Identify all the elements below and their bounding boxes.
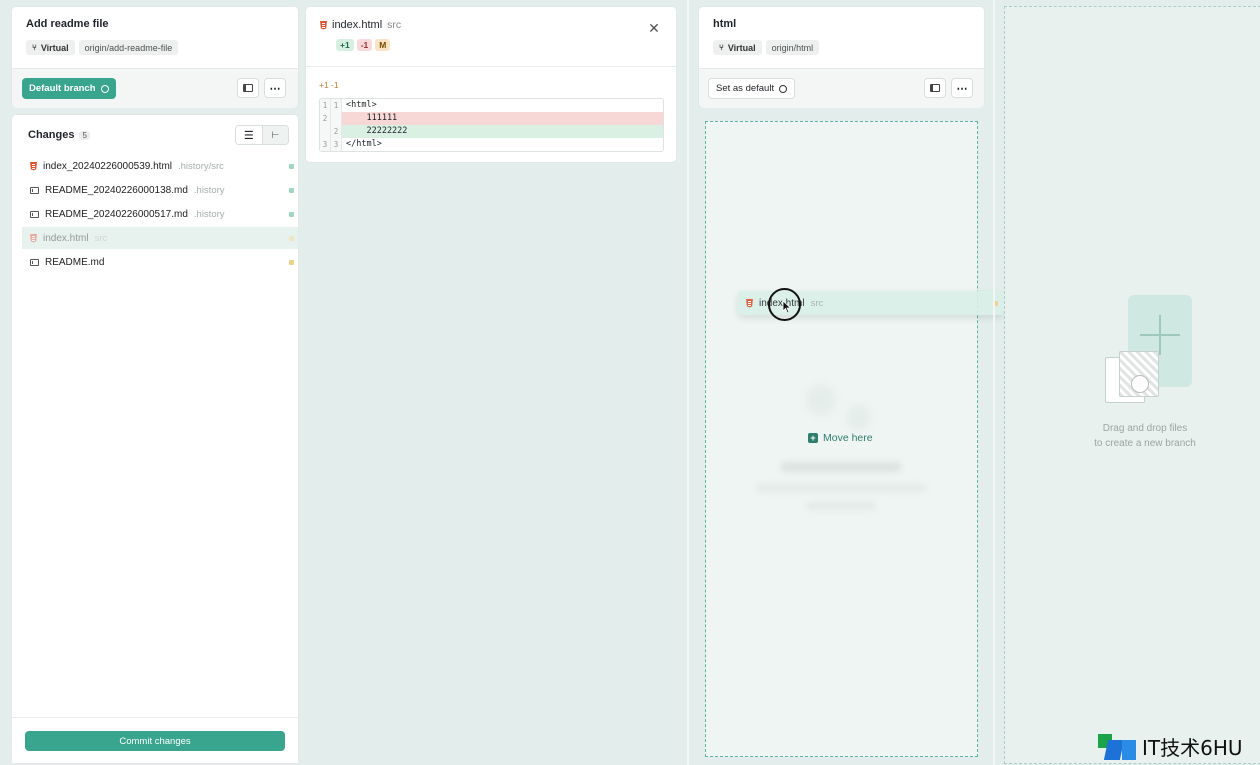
set-as-default-button[interactable]: Set as default (708, 78, 796, 99)
remote-badge: origin/add-readme-file (78, 40, 179, 55)
branch-header-card: Add readme file ⑂ Virtual origin/add-read… (11, 6, 299, 108)
diff-filename: index.html (332, 19, 383, 31)
file-diff-card: index.html src +1 -1 M ✕ +1 -1 1 1 <html> … (305, 6, 677, 163)
close-button[interactable]: ✕ (646, 20, 662, 36)
empty-state-blur-subtext (756, 484, 926, 492)
watermark: IT技术6HU (1098, 732, 1243, 761)
branch-header-card: html ⑂ Virtual origin/html Set as default… (698, 6, 985, 108)
changes-card: Changes 5 ☰ ⊢ index_20240226000539.html … (11, 114, 300, 764)
new-branch-drop-zone[interactable]: Drag and drop files to create a new bran… (1004, 6, 1260, 764)
lane-divider (993, 0, 995, 765)
branch-actions-bar: Default branch ⋯ (12, 68, 298, 108)
diff-line-added: 2 22222222 (320, 125, 663, 138)
watermark-logo-icon (1098, 733, 1138, 760)
modified-badge: M (375, 39, 391, 51)
panel-icon (930, 84, 940, 92)
status-dot (289, 235, 294, 241)
list-item[interactable]: README_20240226000138.md .history (22, 179, 300, 201)
cursor-arrow-icon (782, 300, 792, 314)
list-item-selected[interactable]: index.html src (22, 227, 300, 249)
empty-state-illustration (801, 380, 881, 430)
list-view-button[interactable]: ☰ (236, 126, 263, 144)
html-file-icon (746, 298, 753, 308)
list-icon: ☰ (243, 129, 254, 142)
changes-label: Changes (28, 129, 75, 141)
plus-square-icon: + (808, 433, 818, 443)
hunk-header: +1 -1 (319, 80, 339, 90)
tree-icon: ⊢ (271, 129, 280, 140)
list-item[interactable]: index_20240226000539.html .history/src (22, 155, 300, 177)
additions-badge: +1 (336, 39, 354, 51)
new-branch-hint-line1: Drag and drop files (1102, 423, 1188, 434)
branch-title[interactable]: Add readme file (26, 18, 109, 30)
diff-line: 3 3 </html> (320, 138, 663, 151)
deletions-badge: -1 (356, 39, 373, 51)
empty-state-blur-subtext2 (806, 502, 876, 510)
lane-divider (687, 0, 689, 765)
markdown-file-icon (30, 186, 39, 194)
default-branch-button[interactable]: Default branch (22, 78, 116, 99)
commit-bar: Commit changes (12, 717, 298, 763)
diff-path: src (387, 19, 402, 31)
remote-badge: origin/html (765, 40, 820, 55)
status-dot (289, 187, 294, 193)
status-dot (289, 259, 294, 265)
move-here-indicator: + Move here (808, 432, 873, 444)
virtual-badge: ⑂ Virtual (713, 40, 762, 55)
more-options-button[interactable]: ⋯ (951, 78, 973, 98)
more-icon: ⋯ (956, 82, 968, 95)
drop-zone[interactable]: + Move here (705, 121, 978, 757)
more-icon: ⋯ (269, 82, 281, 95)
close-icon: ✕ (648, 19, 660, 36)
branch-title[interactable]: html (713, 18, 736, 30)
panel-icon (243, 84, 253, 92)
markdown-file-icon (30, 258, 39, 266)
markdown-file-icon (30, 210, 39, 218)
branch-icon: ⑂ (719, 43, 724, 52)
diff-line: 1 1 <html> (320, 99, 663, 112)
diff-code-block: 1 1 <html> 2 111111 2 22222222 3 3 </html> (319, 98, 664, 152)
collapse-lane-button[interactable] (924, 78, 946, 98)
collapse-lane-button[interactable] (237, 78, 259, 98)
list-item[interactable]: README.md (22, 251, 300, 273)
view-toggle: ☰ ⊢ (235, 125, 289, 145)
html-file-icon (320, 20, 327, 30)
diff-line-deleted: 2 111111 (320, 112, 663, 125)
commit-changes-button[interactable]: Commit changes (25, 731, 285, 751)
more-options-button[interactable]: ⋯ (264, 78, 286, 98)
branch-actions-bar: Set as default ⋯ (699, 68, 984, 108)
target-icon (100, 84, 109, 93)
virtual-badge: ⑂ Virtual (26, 40, 75, 55)
changes-count-badge: 5 (79, 130, 90, 140)
html-file-icon (30, 161, 37, 171)
target-icon (779, 84, 788, 93)
files-illustration-icon (1105, 347, 1171, 405)
status-dot (289, 211, 294, 217)
tree-view-button[interactable]: ⊢ (262, 126, 288, 144)
list-item[interactable]: README_20240226000517.md .history (22, 203, 300, 225)
new-branch-hint-line2: to create a new branch (1094, 438, 1196, 449)
status-dot (289, 163, 294, 169)
html-file-icon (30, 233, 37, 243)
branch-icon: ⑂ (32, 43, 37, 52)
empty-state-blur-text (781, 462, 901, 472)
